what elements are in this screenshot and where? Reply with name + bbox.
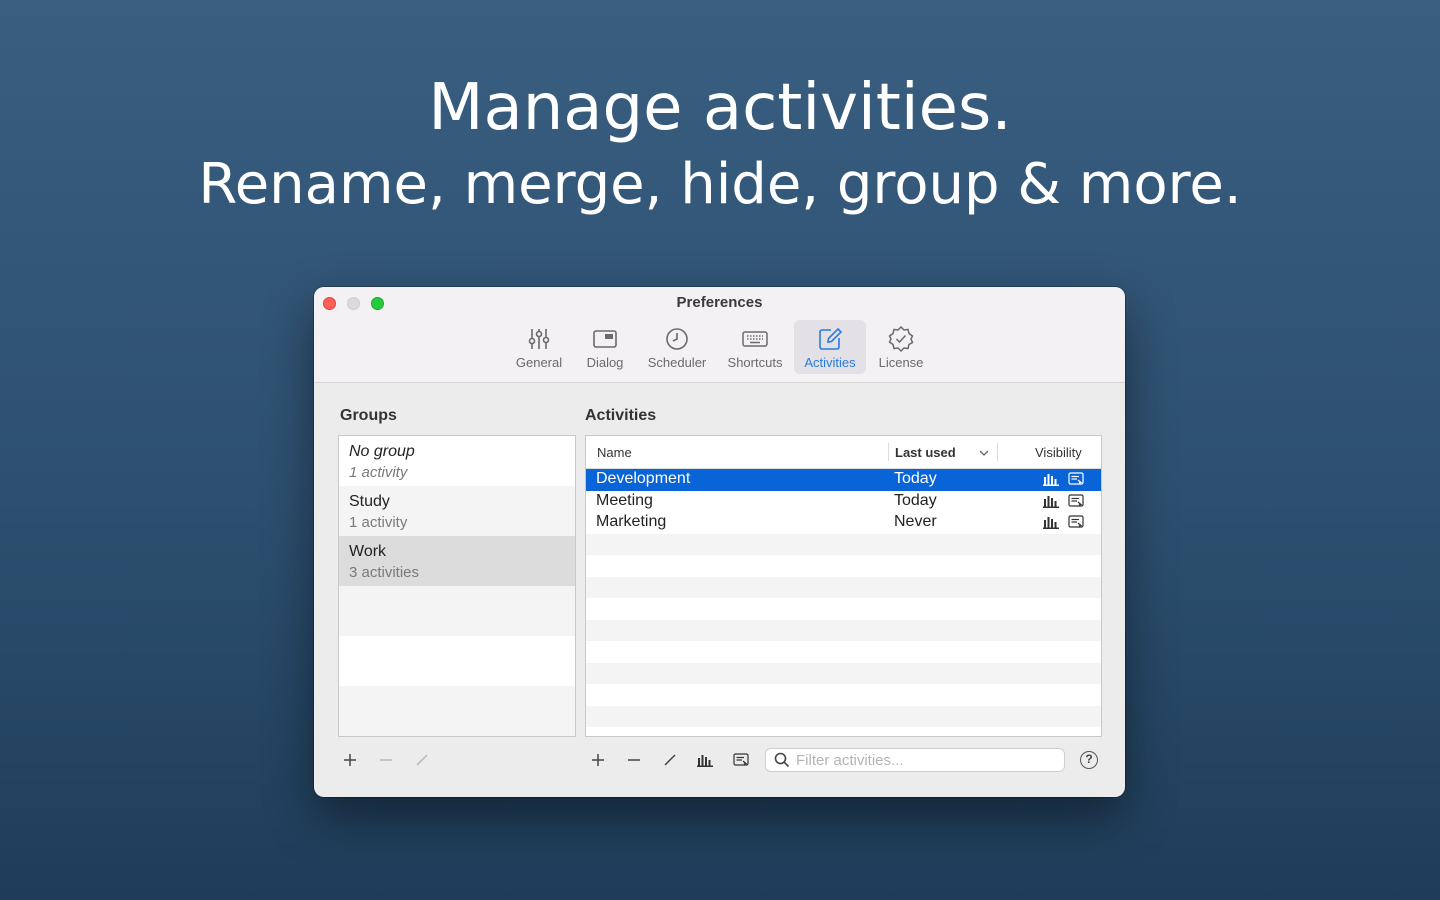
column-divider [997,443,998,461]
checkmark-seal-icon [888,325,914,353]
groups-list: No group 1 activity Study 1 activity Wor… [338,435,576,737]
dialog-window-icon [593,330,617,348]
bar-chart-icon[interactable] [1043,494,1059,508]
preferences-window: Preferences General Dialog Scheduler Sho… [314,287,1125,797]
filter-activities-field[interactable] [765,748,1065,772]
activities-heading: Activities [585,407,657,424]
edit-square-icon [819,327,843,350]
plus-icon [592,754,604,766]
empty-row [586,555,1101,577]
empty-row [586,598,1101,620]
keyboard-icon [742,331,768,347]
sliders-icon [528,329,550,349]
column-header-visibility[interactable]: Visibility [1035,445,1082,460]
dialog-list-icon[interactable] [1068,493,1084,508]
empty-row [339,636,575,686]
empty-row [586,662,1101,684]
activity-name: Meeting [596,491,653,509]
empty-row [586,641,1101,663]
empty-row [586,705,1101,727]
marketing-subheadline: Rename, merge, hide, group & more. [198,152,1242,217]
empty-row [339,586,575,636]
window-title: Preferences [676,294,763,311]
bar-chart-icon[interactable] [1043,472,1059,486]
column-header-name[interactable]: Name [597,445,632,460]
group-count: 1 activity [349,464,408,481]
group-count: 1 activity [349,514,408,531]
rename-group-button[interactable] [411,749,433,771]
group-name: Study [349,493,390,510]
rename-activity-button[interactable] [659,749,681,771]
group-row-no-group[interactable]: No group 1 activity [339,436,575,486]
activity-name: Development [596,470,691,487]
dialog-list-icon[interactable] [1068,515,1084,529]
marketing-headline: Manage activities. [428,71,1012,145]
tab-shortcuts[interactable]: Shortcuts [720,320,790,374]
tab-license-label: License [878,355,924,370]
window-titlebar: Preferences General Dialog Scheduler Sho… [314,287,1125,383]
minus-icon [628,759,640,761]
toggle-chart-visibility-button[interactable] [694,749,716,771]
pencil-icon [416,754,428,766]
group-name: No group [349,443,415,460]
tab-activities[interactable]: Activities [794,320,866,374]
activity-name: Marketing [596,513,667,530]
remove-group-button[interactable] [375,749,397,771]
empty-row [586,727,1101,736]
tab-license[interactable]: License [872,320,930,374]
bar-chart-icon[interactable] [1043,515,1059,529]
group-row-study[interactable]: Study 1 activity [339,486,575,536]
group-name: Work [349,543,387,560]
table-row[interactable]: Meeting Today [586,491,1101,513]
empty-row [586,533,1101,555]
dialog-list-icon[interactable] [1068,472,1084,486]
bar-chart-icon [697,755,713,767]
search-icon [774,752,790,768]
tab-general-label: General [515,355,563,370]
column-divider [888,443,889,461]
groups-heading: Groups [340,407,397,424]
pencil-icon [664,754,676,766]
tab-shortcuts-label: Shortcuts [727,355,783,370]
tab-dialog[interactable]: Dialog [578,320,632,374]
column-header-last-used[interactable]: Last used [895,445,956,460]
chevron-down-icon[interactable] [979,449,989,457]
add-group-button[interactable] [339,749,361,771]
empty-row [586,576,1101,598]
table-row[interactable]: Marketing Never [586,512,1101,534]
activity-last-used: Never [894,513,937,530]
empty-row [586,619,1101,641]
preferences-toolbar: General Dialog Scheduler Shortcuts Activ… [314,320,1125,376]
activity-last-used: Today [894,470,937,487]
filter-activities-input[interactable] [796,751,1056,769]
tab-scheduler[interactable]: Scheduler [642,320,712,374]
activities-table: Name Last used Visibility Development To… [585,435,1102,737]
plus-icon [344,754,356,766]
tab-scheduler-label: Scheduler [647,355,707,370]
help-button[interactable]: ? [1080,751,1098,769]
group-row-work[interactable]: Work 3 activities [339,536,575,586]
tab-activities-label: Activities [804,355,856,370]
group-count: 3 activities [349,564,420,581]
clock-icon [666,328,688,350]
toggle-dialog-visibility-button[interactable] [730,749,752,771]
remove-activity-button[interactable] [623,749,645,771]
empty-row [339,686,575,736]
tab-general[interactable]: General [508,320,570,374]
table-row[interactable]: Development Today [586,469,1101,491]
tab-dialog-label: Dialog [586,355,624,370]
activity-last-used: Today [894,491,937,509]
dialog-list-icon [733,753,749,766]
minus-icon [380,759,392,761]
add-activity-button[interactable] [587,749,609,771]
empty-row [586,684,1101,706]
table-header: Name Last used Visibility [586,436,1101,469]
